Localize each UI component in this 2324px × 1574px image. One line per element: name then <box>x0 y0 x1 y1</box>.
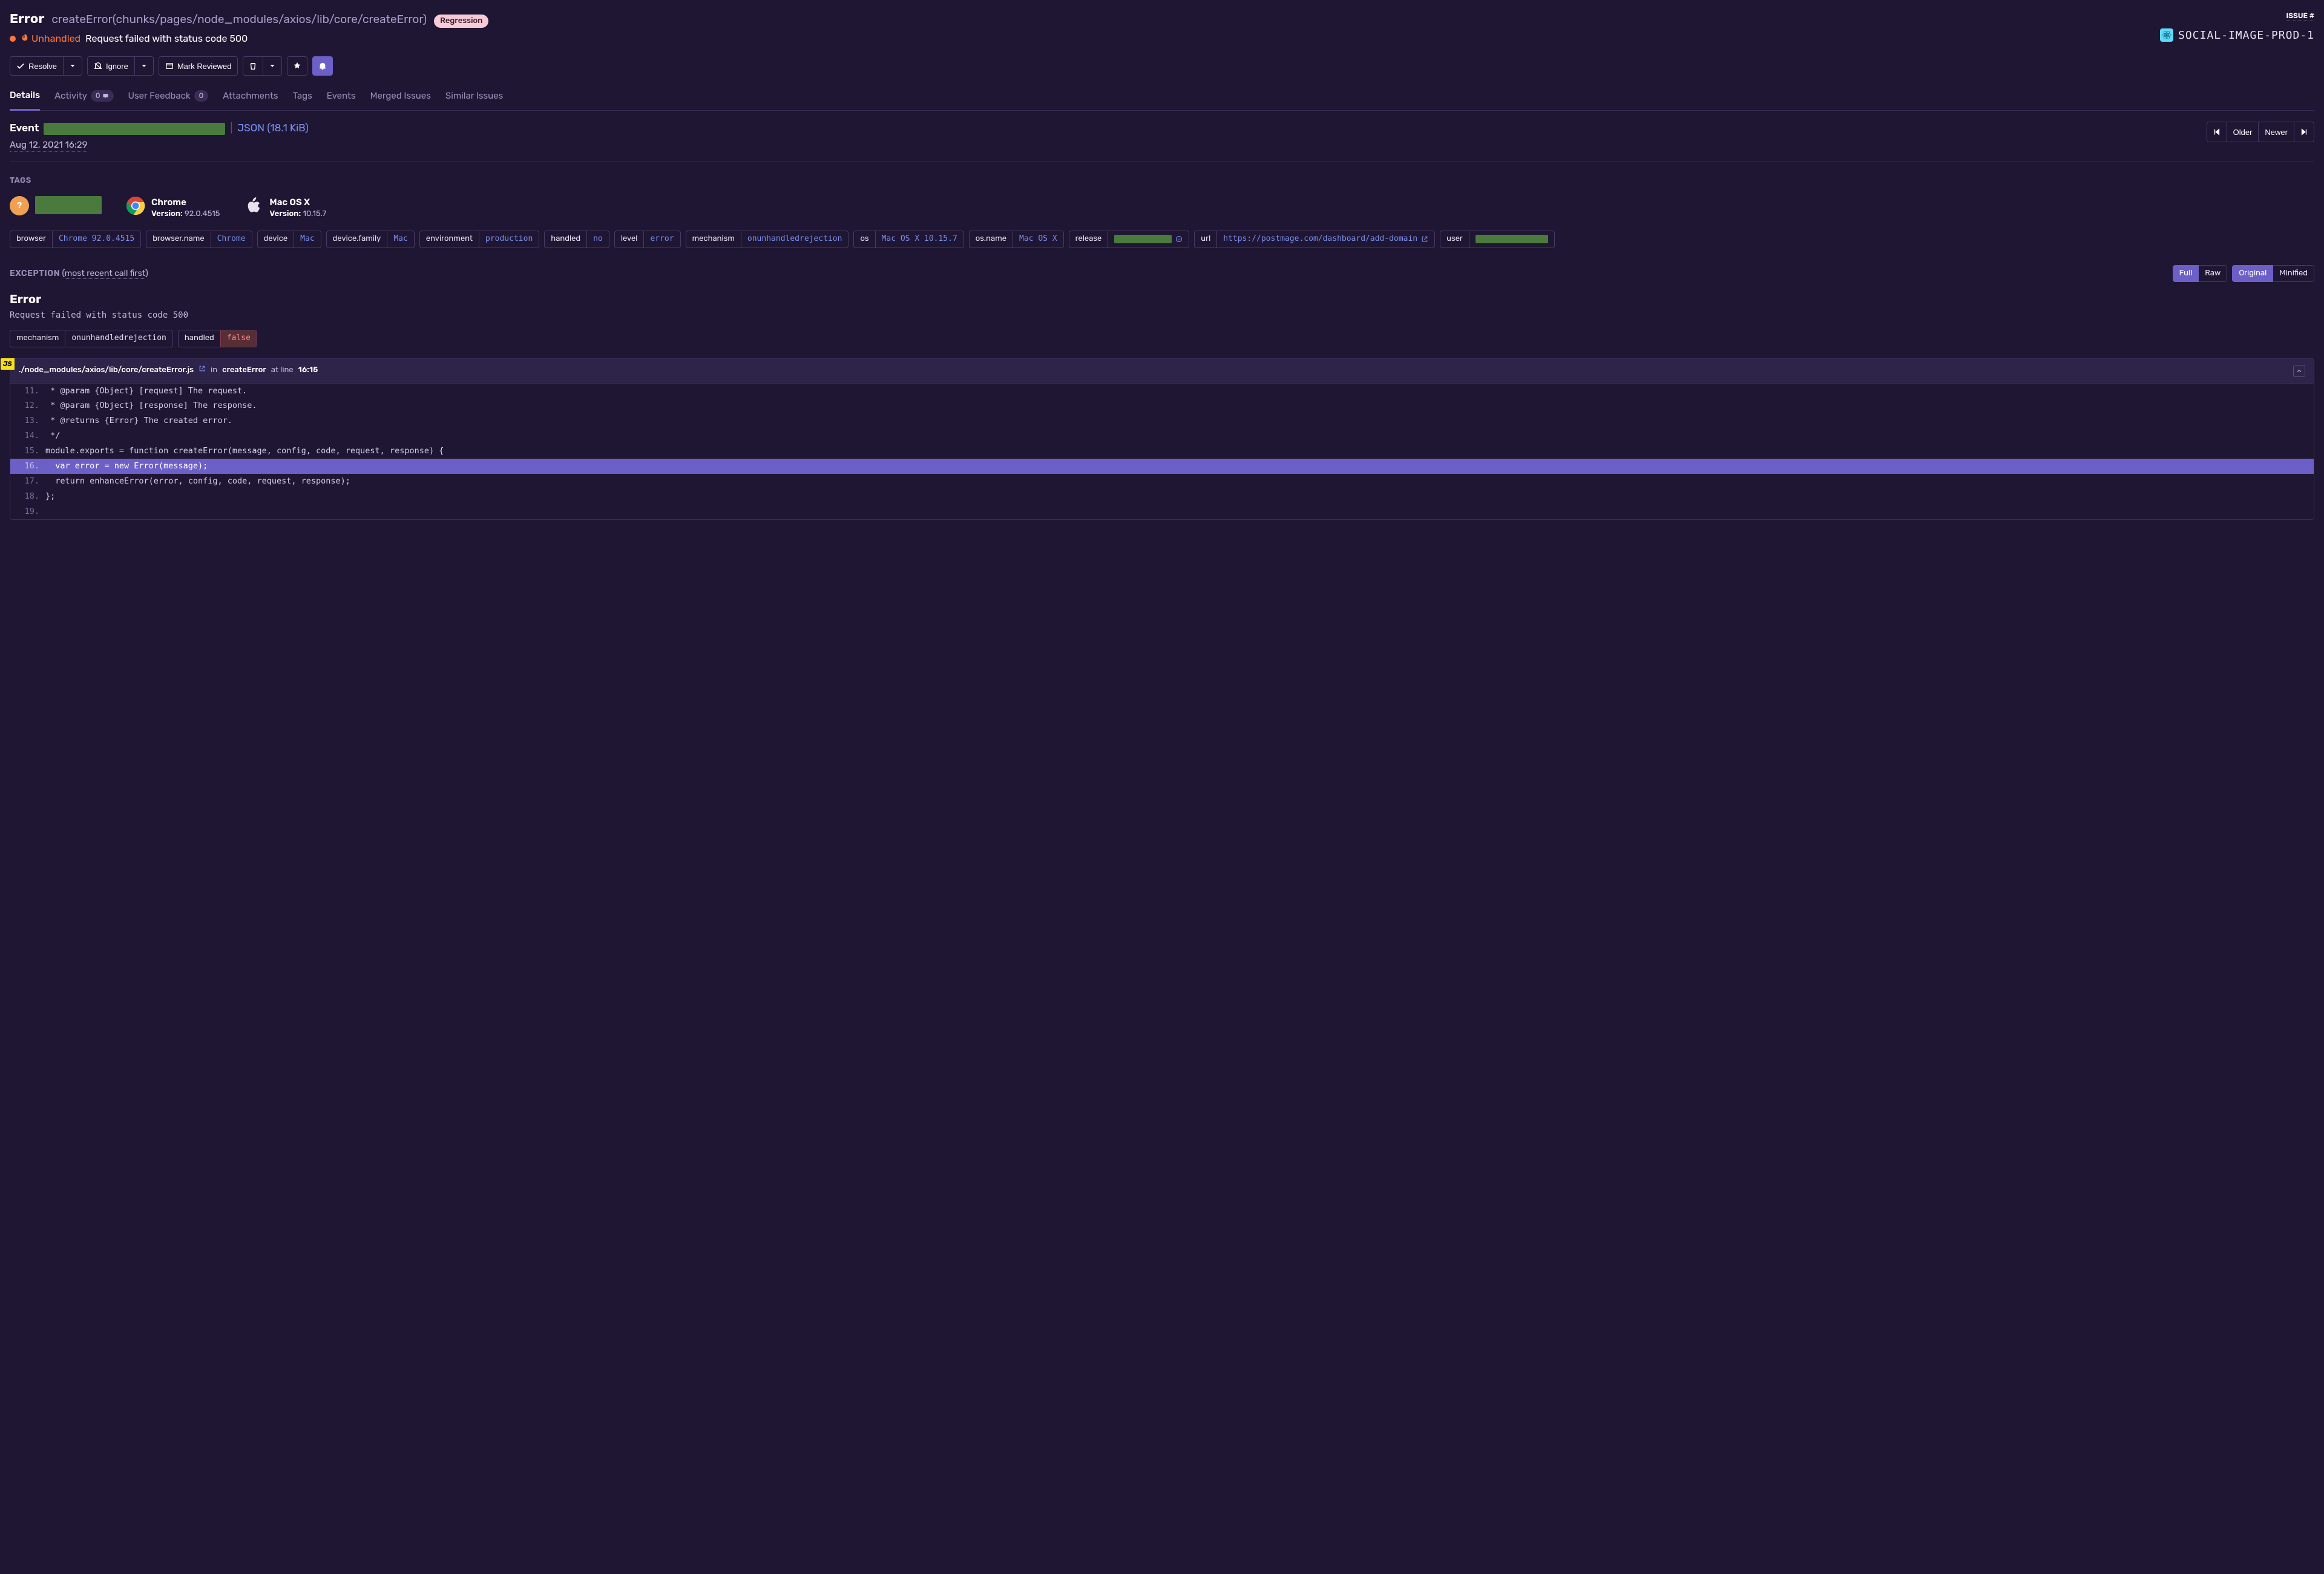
tag-device-family[interactable]: device.familyMac <box>326 231 415 248</box>
code-line: 18.}; <box>10 489 2314 504</box>
js-badge: JS <box>1 358 15 370</box>
ignore-button[interactable]: Ignore <box>87 56 135 76</box>
tag-os[interactable]: osMac OS X 10.15.7 <box>853 231 963 248</box>
code-context: 11. * @param {Object} [request] The requ… <box>10 384 2314 519</box>
tab-details[interactable]: Details <box>10 89 40 111</box>
source-map-toggle: Original Minified <box>2232 265 2314 282</box>
action-bar: Resolve Ignore Mark Reviewed <box>10 56 2314 76</box>
tag-browser-name[interactable]: browser.nameChrome <box>146 231 252 248</box>
pager-last-button[interactable] <box>2294 122 2314 142</box>
issue-number-link[interactable]: ISSUE # <box>2286 11 2315 21</box>
code-line: 11. * @param {Object} [request] The requ… <box>10 384 2314 399</box>
tag-release[interactable]: release <box>1069 231 1190 248</box>
delete-button[interactable] <box>243 56 263 76</box>
mark-reviewed-button[interactable]: Mark Reviewed <box>159 56 238 76</box>
tag-summary-os: Mac OS X Version: 10.15.7 <box>244 196 326 220</box>
issue-header: Error createError(chunks/pages/node_modu… <box>10 10 2314 45</box>
code-line: 17. return enhanceError(error, config, c… <box>10 474 2314 489</box>
event-pager: Older Newer <box>2207 122 2314 142</box>
code-line: 16. var error = new Error(message); <box>10 459 2314 474</box>
tag-device[interactable]: deviceMac <box>257 231 321 248</box>
bookmark-button[interactable] <box>287 56 307 76</box>
fire-icon <box>21 32 29 45</box>
resolve-button[interactable]: Resolve <box>10 56 64 76</box>
code-line: 14. */ <box>10 428 2314 444</box>
apple-icon <box>244 196 263 215</box>
stack-view-toggle: Full Raw <box>2173 265 2228 282</box>
code-line: 19. <box>10 504 2314 519</box>
exc-tag-mechanism: mechanismonunhandledrejection <box>10 330 173 347</box>
collapse-frame-button[interactable] <box>2293 365 2305 377</box>
resolve-dropdown[interactable] <box>64 56 82 76</box>
user-redacted <box>35 196 102 214</box>
event-bar: Event | JSON (18.1 KiB) Aug 12, 2021 16:… <box>10 122 2314 162</box>
exception-name: Error <box>10 290 2314 307</box>
external-link-icon[interactable] <box>199 365 206 376</box>
tab-tags[interactable]: Tags <box>293 89 312 110</box>
tag-url[interactable]: urlhttps://postmage.com/dashboard/add-do… <box>1194 231 1435 248</box>
tabs: Details Activity 0 User Feedback 0 Attac… <box>10 89 2314 111</box>
code-line: 15.module.exports = function createError… <box>10 444 2314 459</box>
tag-browser[interactable]: browserChrome 92.0.4515 <box>10 231 141 248</box>
stack-frame: JS ./node_modules/axios/lib/core/createE… <box>10 358 2314 520</box>
unhandled-badge: Unhandled <box>21 32 80 45</box>
error-title: Error <box>10 10 44 28</box>
tag-summary-user: ? <box>10 196 102 215</box>
tab-merged-issues[interactable]: Merged Issues <box>370 89 431 110</box>
code-line: 13. * @returns {Error} The created error… <box>10 413 2314 428</box>
pager-first-button[interactable] <box>2207 122 2227 142</box>
chrome-icon <box>126 196 145 215</box>
pager-older-button[interactable]: Older <box>2227 122 2259 142</box>
view-original-button[interactable]: Original <box>2232 265 2273 282</box>
tags-section-title: TAGS <box>10 175 2314 186</box>
json-link[interactable]: JSON (18.1 KiB) <box>237 122 309 136</box>
exception-section-title: EXCEPTION (most recent call first) <box>10 267 148 280</box>
regression-badge: Regression <box>434 15 488 28</box>
delete-dropdown[interactable] <box>263 56 282 76</box>
tag-summary-browser: Chrome Version: 92.0.4515 <box>126 196 220 220</box>
user-avatar: ? <box>10 196 29 215</box>
code-line: 12. * @param {Object} [response] The res… <box>10 398 2314 413</box>
tag-handled[interactable]: handledno <box>544 231 609 248</box>
pager-newer-button[interactable]: Newer <box>2259 122 2294 142</box>
view-minified-button[interactable]: Minified <box>2273 265 2314 282</box>
tag-mechanism[interactable]: mechanismonunhandledrejection <box>686 231 849 248</box>
tab-similar-issues[interactable]: Similar Issues <box>445 89 503 110</box>
exception-message: Request failed with status code 500 <box>10 310 2314 322</box>
event-timestamp: Aug 12, 2021 16:29 <box>10 139 87 152</box>
tab-events[interactable]: Events <box>327 89 356 110</box>
tab-activity[interactable]: Activity 0 <box>54 89 113 110</box>
exc-tag-handled: handledfalse <box>178 330 257 347</box>
tag-user[interactable]: user <box>1440 231 1555 248</box>
react-icon <box>2160 28 2173 42</box>
subscribe-button[interactable] <box>312 56 333 76</box>
ignore-dropdown[interactable] <box>135 56 154 76</box>
event-label: Event <box>10 122 39 136</box>
view-full-button[interactable]: Full <box>2173 265 2199 282</box>
tag-level[interactable]: levelerror <box>614 231 681 248</box>
info-icon <box>1175 235 1183 243</box>
frame-header[interactable]: ./node_modules/axios/lib/core/createErro… <box>10 359 2314 384</box>
event-id-redacted <box>44 123 225 135</box>
tab-user-feedback[interactable]: User Feedback 0 <box>128 89 209 110</box>
tag-os-name[interactable]: os.nameMac OS X <box>969 231 1064 248</box>
error-message: Request failed with status code 500 <box>85 32 248 45</box>
tag-environment[interactable]: environmentproduction <box>419 231 539 248</box>
error-location: createError(chunks/pages/node_modules/ax… <box>51 11 427 28</box>
status-dot-icon <box>10 36 16 42</box>
tag-pills: browserChrome 92.0.4515 browser.nameChro… <box>10 231 2314 248</box>
external-link-icon <box>1421 235 1428 243</box>
tab-attachments[interactable]: Attachments <box>223 89 278 110</box>
project-label[interactable]: SOCIAL-IMAGE-PROD-1 <box>2160 28 2314 43</box>
view-raw-button[interactable]: Raw <box>2199 265 2227 282</box>
